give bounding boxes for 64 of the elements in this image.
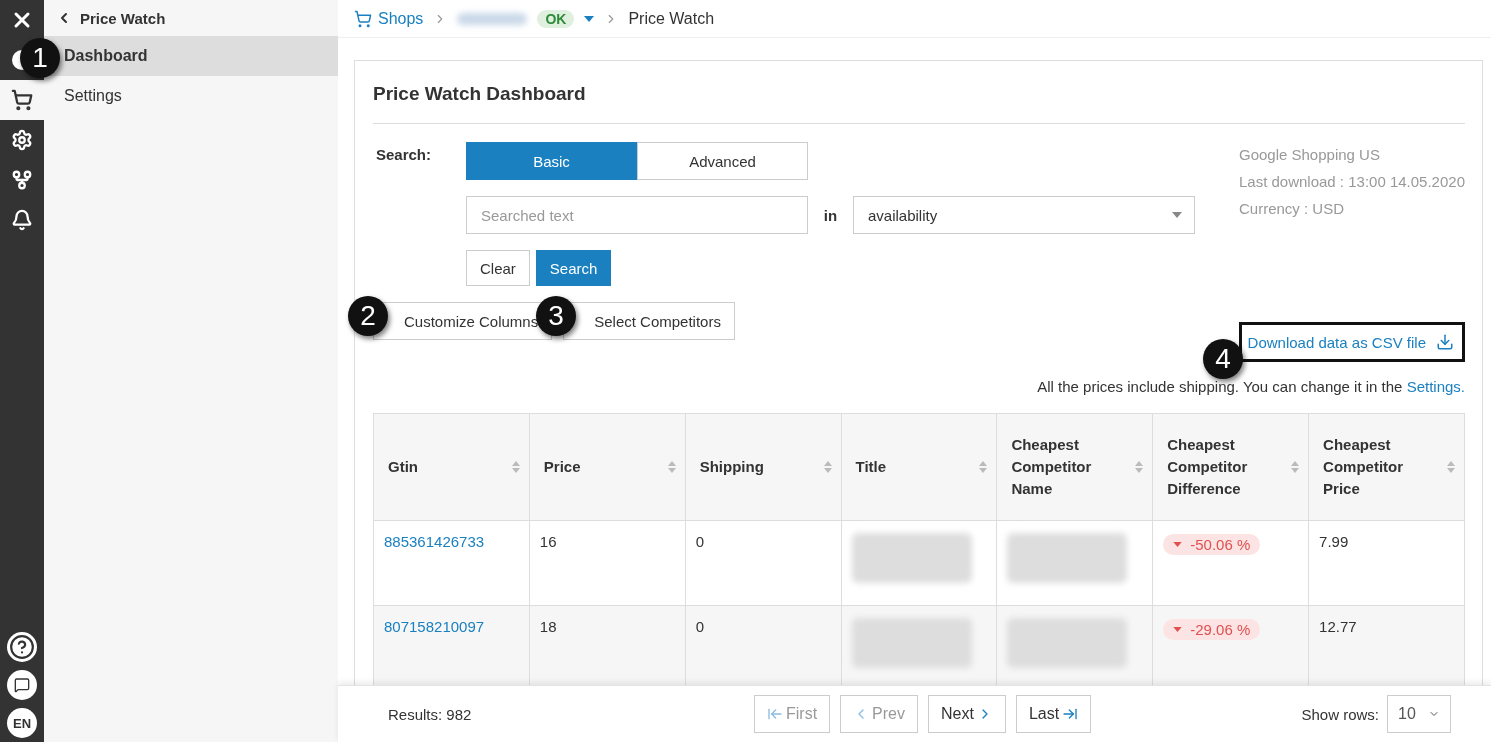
gtin-link[interactable]: 885361426733 xyxy=(384,533,485,550)
caret-icon xyxy=(1172,212,1182,218)
status-badge: OK xyxy=(537,9,575,28)
last-arrow-icon xyxy=(1062,706,1079,722)
show-rows-label: Show rows: xyxy=(1301,705,1379,723)
table-cell-text: 18 xyxy=(539,618,557,635)
in-label: in xyxy=(822,206,839,224)
step-number-tooltip: 2 xyxy=(348,296,388,336)
gear-icon xyxy=(11,129,33,151)
results-count: Results: 982 xyxy=(388,705,472,723)
first-arrow-icon xyxy=(767,706,783,722)
column-header[interactable]: Shipping xyxy=(685,413,842,521)
chat-button[interactable] xyxy=(7,670,37,700)
rows-per-page-select[interactable]: 10 xyxy=(1387,695,1451,733)
bell-icon xyxy=(11,209,33,231)
shop-info-text: Currency : USD xyxy=(1238,200,1345,217)
table-cell-text: 0 xyxy=(695,618,705,635)
branch-icon xyxy=(11,169,33,191)
cart-icon xyxy=(11,89,33,111)
back-link[interactable]: Price Watch xyxy=(44,0,338,36)
table-cell-text: 0 xyxy=(695,533,705,550)
search-label: Search: xyxy=(375,145,433,165)
tool-button[interactable]: Select Competitors xyxy=(563,302,735,340)
price-difference-badge: -50.06 % xyxy=(1163,534,1261,555)
table-cell-text: 7.99 xyxy=(1319,533,1349,550)
cart-icon xyxy=(354,9,372,28)
search-button[interactable]: Search xyxy=(535,250,612,286)
help-icon xyxy=(9,634,35,660)
table-cell-text: 16 xyxy=(539,533,557,550)
search-mode-tab[interactable]: Basic xyxy=(466,142,637,180)
settings-link[interactable]: Settings. xyxy=(1406,378,1465,395)
column-header[interactable]: Title xyxy=(841,413,997,521)
shop-info-text: Google Shopping US xyxy=(1238,146,1381,163)
table-cell-text: 12.77 xyxy=(1319,618,1357,635)
column-header[interactable]: Cheapest Competitor Difference xyxy=(1152,413,1309,521)
sidebar-item[interactable]: Settings xyxy=(44,76,338,116)
field-select[interactable]: availability xyxy=(853,196,1195,234)
chat-icon xyxy=(14,677,30,693)
help-button[interactable] xyxy=(7,632,37,662)
down-caret-icon xyxy=(1173,627,1183,632)
search-field[interactable]: Searched text xyxy=(466,196,808,234)
download-csv-link[interactable]: Download data as CSV file xyxy=(1238,322,1465,362)
shipping-note: All the prices include shipping. You can change it in the xyxy=(1037,378,1404,395)
clear-button[interactable]: Clear xyxy=(466,250,530,286)
price-difference-badge: -29.06 % xyxy=(1163,619,1261,640)
gtin-link[interactable]: 807158210097 xyxy=(384,618,485,635)
caret-icon[interactable] xyxy=(584,15,595,22)
language-button[interactable]: EN xyxy=(7,708,37,738)
column-header[interactable]: Price xyxy=(529,413,686,521)
breadcrumb-current: Price Watch xyxy=(628,9,715,28)
step-number-tooltip: 4 xyxy=(1203,339,1243,379)
column-header[interactable]: Gtin xyxy=(373,413,530,521)
nav-rail-item[interactable] xyxy=(0,80,44,120)
search-mode-tab[interactable]: Advanced xyxy=(637,142,808,180)
shop-info-text: Last download : 13:00 14.05.2020 xyxy=(1238,173,1465,190)
card-title: Price Watch Dashboard xyxy=(373,83,1465,124)
down-caret-icon xyxy=(1173,542,1183,547)
column-header[interactable]: Cheapest Competitor Price xyxy=(1308,413,1465,521)
blurred-shop-name xyxy=(457,12,528,25)
pagination-button[interactable]: Last xyxy=(1015,695,1092,733)
pagination-button[interactable]: Next xyxy=(928,695,1006,733)
column-header[interactable]: Cheapest Competitor Name xyxy=(996,413,1153,521)
shops-link[interactable]: Shops xyxy=(354,9,424,28)
download-icon xyxy=(1436,333,1454,351)
